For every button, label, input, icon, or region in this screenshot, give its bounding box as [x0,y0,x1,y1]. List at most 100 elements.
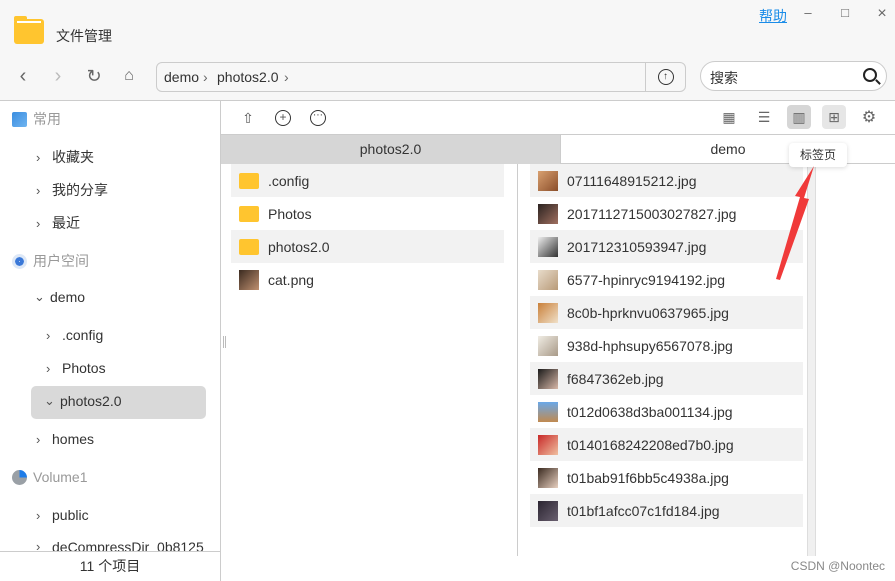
file-row[interactable]: 938d-hphsupy6567078.jpg [530,329,803,362]
sidebar-item-shares[interactable]: › 我的分享 [36,180,108,200]
maximize-button[interactable]: □ [835,5,855,23]
back-button[interactable]: ‹ [12,66,34,88]
app-title: 文件管理 [56,28,112,44]
new-tab-icon[interactable]: ⊞ [822,105,846,129]
file-row[interactable]: 07111648915212.jpg [530,164,803,197]
breadcrumb-separator: › [203,69,208,85]
close-button[interactable]: × [872,5,892,23]
home-button[interactable]: ⌂ [118,66,140,88]
sidebar-item-favorites[interactable]: › 收藏夹 [36,147,94,167]
file-row[interactable]: photos2.0 [231,230,504,263]
add-icon[interactable]: + [275,110,291,126]
item-label: .config [62,327,104,343]
section-user-space: 用户空间 [12,251,89,271]
list-view-icon[interactable]: ☰ [752,105,776,129]
file-name: t01bab91f6bb5c4938a.jpg [567,469,729,486]
folder-icon [239,238,259,255]
sidebar-item-recent[interactable]: › 最近 [36,213,80,233]
item-label: 我的分享 [52,182,108,198]
sidebar-item-photos2[interactable]: ⌄ photos2.0 [44,393,122,409]
image-thumbnail [538,170,558,191]
forward-button[interactable]: › [47,66,69,88]
file-name: 6577-hpinryc9194192.jpg [567,271,726,288]
resize-handle[interactable] [223,336,226,348]
item-label: 收藏夹 [52,149,94,165]
breadcrumb-photos2[interactable]: photos2.0 [217,69,279,85]
parent-folder-button[interactable]: ↑ [645,63,685,91]
image-thumbnail [538,368,558,389]
chevron-right-icon: › [36,149,41,165]
address-bar[interactable]: demo › photos2.0 › ↑ [156,62,686,92]
sidebar-item-decompress[interactable]: › deCompressDir_0b8125 [36,539,220,551]
refresh-button[interactable]: ↻ [83,66,105,88]
file-row[interactable]: 2017112715003027827.jpg [530,197,803,230]
title-bar: 文件管理 帮助 – □ × [0,0,895,55]
chevron-right-icon: › [46,327,51,343]
chevron-right-icon: › [36,431,41,447]
item-label: deCompressDir_0b8125 [52,539,204,551]
sidebar-item-demo[interactable]: ⌄ demo [34,289,85,305]
file-name: t01bf1afcc07c1fd184.jpg [567,502,720,519]
item-label: 最近 [52,215,80,231]
file-row[interactable]: .config [231,164,504,197]
arrow-up-icon: ↑ [657,69,674,85]
minimize-button[interactable]: – [798,5,818,23]
section-volume: Volume1 [12,469,87,485]
column-divider[interactable] [517,164,518,556]
user-icon [12,253,27,269]
section-common: 常用 [12,109,61,129]
section-label: 用户空间 [33,253,89,269]
file-row[interactable]: cat.png [231,263,504,296]
tab-photos2[interactable]: photos2.0 [221,135,560,164]
apps-icon [12,111,27,127]
item-label: homes [52,431,95,447]
folder-icon [239,172,259,189]
file-row[interactable]: 201712310593947.jpg [530,230,803,263]
grid-view-icon[interactable]: ▦ [717,105,741,129]
file-row[interactable]: Photos [231,197,504,230]
folder-icon [239,205,259,222]
image-thumbnail [538,401,558,422]
file-name: 07111648915212.jpg [567,172,697,189]
image-thumbnail [538,302,558,323]
file-row[interactable]: t012d0638d3ba001134.jpg [530,395,803,428]
file-row[interactable]: f6847362eb.jpg [530,362,803,395]
file-name: Photos [268,205,312,222]
file-row[interactable]: t01bab91f6bb5c4938a.jpg [530,461,803,494]
image-thumbnail [538,269,558,290]
watermark: CSDN @Noontec [790,559,885,573]
item-label: demo [50,289,86,305]
section-label: 常用 [33,111,61,127]
more-icon[interactable]: ⋯ [310,110,326,126]
image-thumbnail [538,500,558,521]
file-name: 938d-hphsupy6567078.jpg [567,337,733,354]
item-label: public [52,507,89,523]
item-count: 11 个项目 [0,551,220,581]
file-name: photos2.0 [268,238,330,255]
file-name: 201712310593947.jpg [567,238,707,255]
folder-app-icon [14,16,44,44]
file-row[interactable]: t0140168242208ed7b0.jpg [530,428,803,461]
sidebar-item-photos[interactable]: › Photos [46,360,106,376]
sidebar-item-homes[interactable]: › homes [36,431,94,447]
section-label: Volume1 [33,469,88,485]
search-input[interactable]: 搜索 [700,61,887,91]
sidebar-item-public[interactable]: › public [36,507,89,523]
chevron-right-icon: › [36,182,41,198]
settings-gear-icon[interactable]: ⚙ [857,105,881,129]
column-view-icon[interactable]: ▥ [787,105,811,129]
chevron-right-icon: › [46,360,51,376]
file-row[interactable]: t01bf1afcc07c1fd184.jpg [530,494,803,527]
help-link[interactable]: 帮助 [759,6,787,26]
chevron-down-icon: ⌄ [34,289,45,304]
search-icon[interactable] [863,68,877,82]
chevron-down-icon: ⌄ [44,393,55,408]
file-name: .config [268,172,310,189]
upload-icon[interactable]: ⇧ [239,109,257,127]
file-row[interactable]: 8c0b-hprknvu0637965.jpg [530,296,803,329]
file-name: t012d0638d3ba001134.jpg [567,403,733,420]
file-name: 2017112715003027827.jpg [567,205,737,222]
file-row[interactable]: 6577-hpinryc9194192.jpg [530,263,803,296]
sidebar-item-config[interactable]: › .config [46,327,103,343]
breadcrumb-demo[interactable]: demo [164,69,199,85]
